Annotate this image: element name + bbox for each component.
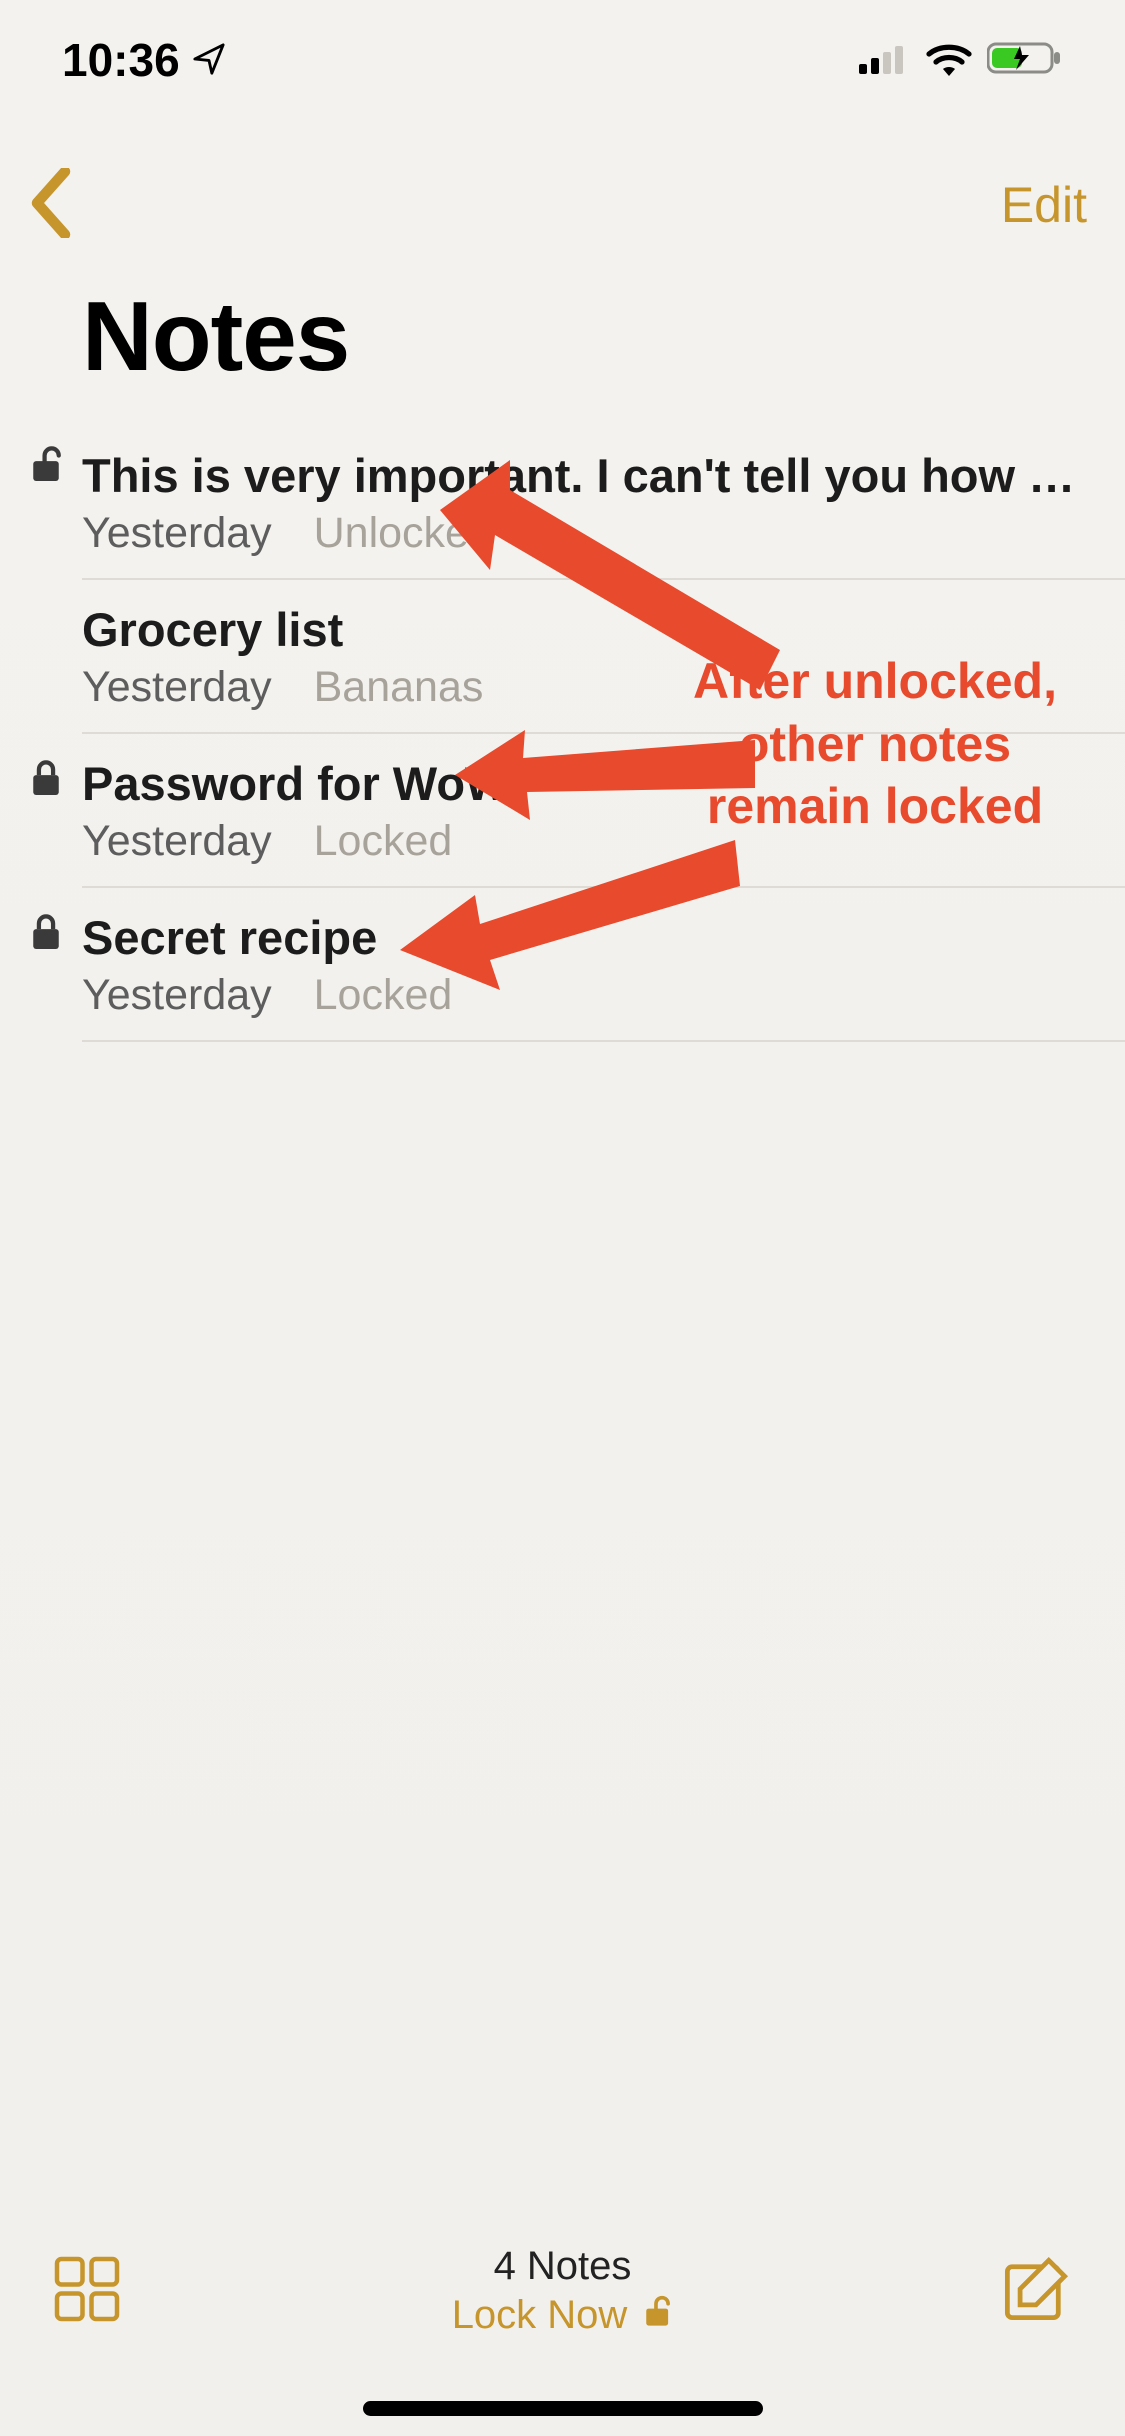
wifi-icon (925, 33, 973, 87)
lock-now-button[interactable]: Lock Now (452, 2293, 674, 2338)
battery-icon (987, 33, 1065, 87)
annotation-line: other notes (665, 713, 1085, 776)
note-secondary: Locked (314, 971, 453, 1019)
location-arrow-icon (192, 33, 226, 87)
toolbar-center: 4 Notes Lock Now (452, 2244, 674, 2338)
status-bar: 10:36 (0, 0, 1125, 120)
notes-count-label: 4 Notes (452, 2244, 674, 2289)
page-title: Notes (82, 280, 349, 393)
note-title: Secret recipe (82, 910, 1085, 965)
note-date: Yesterday (82, 817, 272, 865)
note-subtitle: Yesterday Locked (82, 971, 1085, 1020)
note-title: Grocery list (82, 602, 1085, 657)
note-secondary: Bananas (314, 663, 484, 711)
annotation-line: remain locked (665, 775, 1085, 838)
cellular-icon (859, 33, 911, 87)
home-indicator[interactable] (363, 2401, 763, 2416)
compose-button[interactable] (1001, 2254, 1071, 2329)
lock-unlocked-icon (26, 444, 66, 484)
note-row[interactable]: Secret recipe Yesterday Locked (0, 888, 1125, 1042)
lock-icon (26, 758, 66, 798)
status-right (859, 33, 1065, 87)
annotation-line: After unlocked, (665, 650, 1085, 713)
note-date: Yesterday (82, 509, 272, 557)
note-date: Yesterday (82, 663, 272, 711)
note-title: This is very important. I can't tell you… (82, 448, 1085, 503)
status-time: 10:36 (62, 33, 180, 87)
nav-bar: Edit (0, 160, 1125, 250)
bottom-toolbar: 4 Notes Lock Now (0, 2226, 1125, 2356)
lock-icon (26, 912, 66, 952)
row-divider (82, 1040, 1125, 1042)
note-secondary: Unlocked (314, 509, 493, 557)
lock-now-label: Lock Now (452, 2293, 628, 2338)
compose-icon (1001, 2254, 1071, 2324)
status-left: 10:36 (62, 33, 226, 87)
note-secondary: Locked (314, 817, 453, 865)
chevron-left-icon (30, 168, 72, 238)
annotation-callout: After unlocked, other notes remain locke… (665, 650, 1085, 838)
note-row[interactable]: This is very important. I can't tell you… (0, 420, 1125, 580)
note-subtitle: Yesterday Unlocked (82, 509, 1085, 558)
grid-icon (54, 2256, 120, 2322)
back-button[interactable] (30, 168, 72, 243)
gallery-view-button[interactable] (54, 2256, 120, 2327)
note-date: Yesterday (82, 971, 272, 1019)
edit-button[interactable]: Edit (1001, 176, 1087, 234)
lock-unlocked-icon (641, 2293, 673, 2338)
